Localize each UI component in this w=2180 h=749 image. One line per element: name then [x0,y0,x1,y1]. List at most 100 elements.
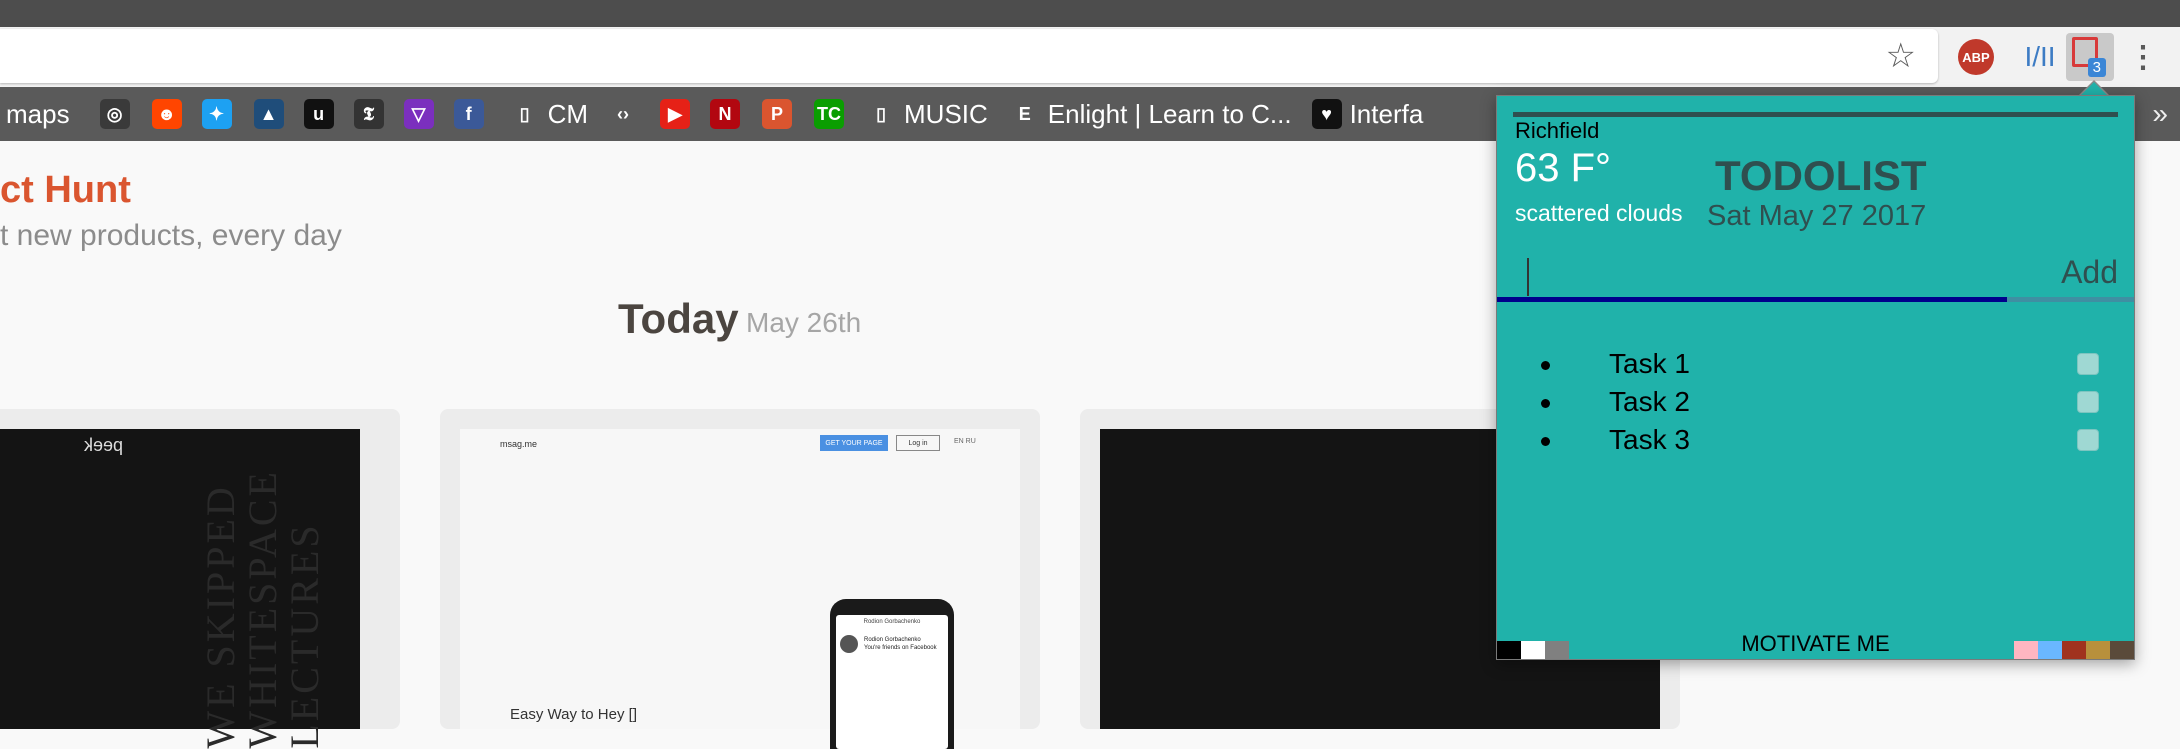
bookmark-item[interactable]: ▲ [253,99,284,129]
task-text: Task 2 [1609,386,1690,417]
bookmark-label: maps [6,98,70,129]
new-task-input[interactable] [1527,254,2031,296]
bookmarks-overflow-icon[interactable]: » [2140,87,2168,141]
phone-header: Rodion Gorbachenko [863,619,921,625]
product-screenshot: peek WE SKIPPED WHITESPACE LECTURES [0,429,360,749]
bookmark-item[interactable]: P [762,99,793,129]
task-item: Task 1 [1497,346,2134,384]
product-card[interactable]: peek WE SKIPPED WHITESPACE LECTURES [0,409,400,749]
task-checkbox[interactable] [2077,429,2099,451]
input-underline-active [1497,297,2007,302]
bookmark-label: CM [547,98,589,129]
product-logo-text: msag.me [500,439,538,449]
theme-swatches-right [2014,641,2134,659]
weather-temperature: 63 F° [1515,146,1612,190]
task-text: Task 3 [1609,424,1690,455]
reddit-icon: ☻ [151,99,182,129]
enlight-icon: E [1018,103,1031,124]
twitter-icon: ✦ [201,99,232,129]
product-language-switch: EN RU [954,438,976,445]
bookmark-item[interactable]: ✦ [201,99,232,129]
phone-mockup: Rodion Gorbachenko Rodion Gorbachenko Yo… [830,599,954,749]
todo-extension-button[interactable]: 3 [2066,33,2114,81]
today-heading: Today [618,295,739,342]
color-swatch[interactable] [2014,641,2038,659]
todo-extension-badge: 3 [2087,58,2106,77]
weather-city: Richfield [1515,118,1600,143]
bookmark-item[interactable]: ▯ CM [510,99,588,130]
page-icon: ▯ [519,103,530,124]
product-logo-text: peek [84,435,124,455]
bookmark-label: Interfa [1349,98,1424,129]
phone-profile-row: Rodion Gorbachenko You're friends on Fac… [840,635,944,653]
add-task-button[interactable]: Add [2061,254,2118,291]
bookmark-item[interactable]: ▽ [403,99,434,129]
avatar [840,635,858,653]
bookmark-item[interactable]: ▶ [660,99,691,129]
product-tagline: Easy Way to Hey [] [510,706,637,723]
facebook-icon: f [453,99,484,129]
phone-screen: Rodion Gorbachenko Rodion Gorbachenko Yo… [836,615,948,749]
task-item: Task 2 [1497,384,2134,422]
bookmark-item[interactable]: N [710,99,741,129]
todo-popup: Richfield 63 F° scattered clouds TODOLIS… [1496,95,2135,660]
popup-top-bar [1513,112,2118,117]
product-screenshot: msag.me GET YOUR PAGE Log in EN RU Easy … [460,429,1020,749]
page-icon: ▯ [876,103,886,124]
youtube-icon: ▶ [660,99,691,129]
product-ghost-text: WE SKIPPED WHITESPACE LECTURES [198,469,327,749]
techcrunch-icon: TC [814,99,845,129]
bookmark-item[interactable]: 𝕿 [353,99,384,129]
bookmark-item[interactable]: ▯ MUSIC [866,99,988,130]
vivaldi-icon: ▽ [403,99,434,129]
product-get-page-button: GET YOUR PAGE [820,435,888,451]
todo-date: Sat May 27 2017 [1707,200,1927,232]
product-card[interactable]: msag.me GET YOUR PAGE Log in EN RU Easy … [440,409,1040,749]
bookmark-item[interactable]: f [453,99,484,129]
phone-profile-text: Rodion Gorbachenko You're friends on Fac… [864,636,937,652]
bookmark-item[interactable]: E Enlight | Learn to C... [1010,99,1292,130]
bookmark-item[interactable]: ‹› [608,99,638,129]
browser-menu-icon[interactable]: ⋮ [2128,39,2158,75]
page-brand-subtitle: t new products, every day [0,219,342,252]
task-bullet [1541,361,1550,370]
upwork-icon: u [303,99,334,129]
input-underline-rest [2007,297,2134,302]
color-swatch[interactable] [2110,641,2134,659]
heart-icon: ♥ [1311,99,1342,129]
netflix-icon: N [710,99,741,129]
ilil-extension-button[interactable]: I/II [2015,39,2065,75]
page-brand-title[interactable]: ct Hunt [0,169,131,212]
address-bar[interactable]: ☆ [0,29,1938,83]
producthunt-icon: P [762,99,793,129]
bookmark-item[interactable]: ♥ Interfa [1311,98,1424,130]
bookmark-item[interactable]: TC [814,99,845,129]
product-login-button: Log in [896,435,940,451]
spy-icon: ◎ [99,99,130,129]
adblock-extension-button[interactable]: ABP [1958,39,1994,75]
bookmark-item[interactable]: maps [6,99,70,130]
bookmark-item[interactable]: ☻ [151,99,182,129]
phone-profile-line: You're friends on Facebook [864,645,937,651]
sailboat-icon: ▲ [253,99,284,129]
bookmark-label: MUSIC [904,98,988,129]
task-checkbox[interactable] [2077,353,2099,375]
window-top-strip [0,0,2180,27]
color-swatch[interactable] [2062,641,2086,659]
code-icon: ‹› [617,103,630,124]
task-checkbox[interactable] [2077,391,2099,413]
bookmark-item[interactable]: ◎ [99,99,130,129]
phone-profile-name: Rodion Gorbachenko [864,637,921,643]
popup-arrow [2078,80,2110,97]
color-swatch[interactable] [2086,641,2110,659]
task-item: Task 3 [1497,422,2134,460]
bookmark-star-icon[interactable]: ☆ [1886,37,1916,75]
task-list: Task 1 Task 2 Task 3 [1497,346,2134,460]
todo-title: TODOLIST [1715,152,1927,199]
today-date: May 26th [746,307,862,338]
task-bullet [1541,437,1550,446]
task-input-row: Add [1497,254,2134,300]
bookmark-item[interactable]: u [303,99,334,129]
task-bullet [1541,399,1550,408]
color-swatch[interactable] [2038,641,2062,659]
